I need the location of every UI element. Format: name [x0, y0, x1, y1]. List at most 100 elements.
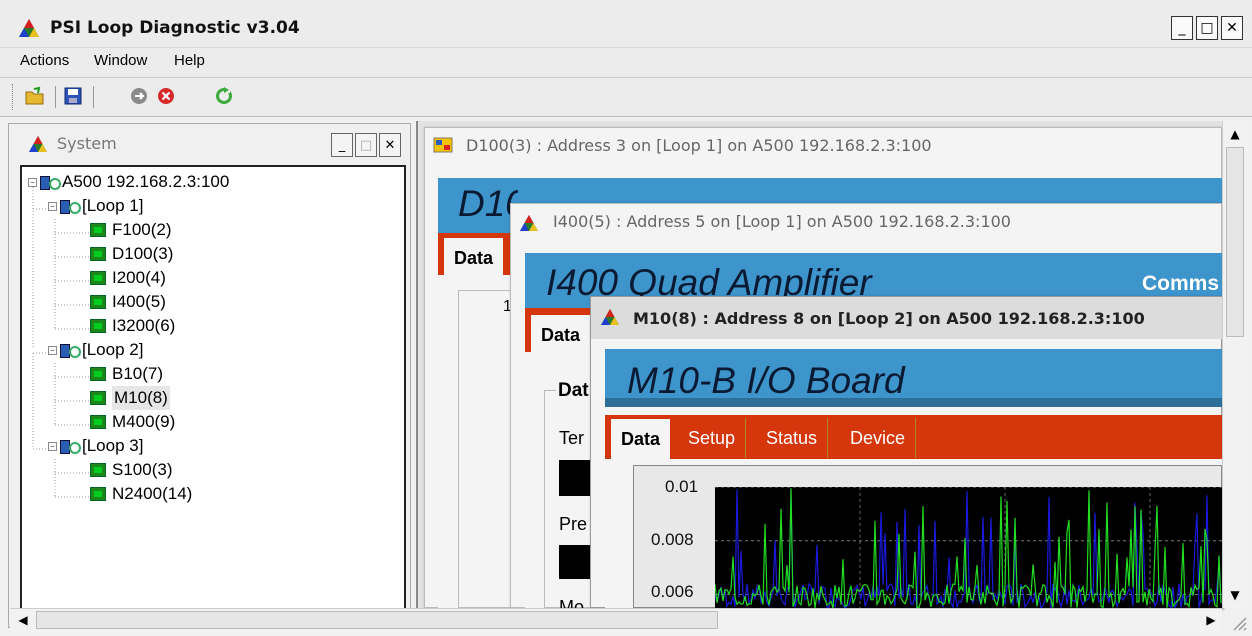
toolbar — [0, 79, 1252, 117]
horizontal-scroll-thumb[interactable] — [36, 611, 718, 629]
i400-label-1: Ter — [559, 428, 585, 448]
panel-maximize-button[interactable]: □ — [355, 133, 377, 157]
tree-node-label: [Loop 2] — [82, 340, 144, 359]
tree-collapse-toggle[interactable]: − — [28, 177, 37, 187]
save-icon[interactable] — [63, 86, 83, 106]
loop-icon — [60, 342, 81, 358]
i400-window-icon — [520, 215, 538, 231]
y-tick-0.006: 0.006 — [651, 582, 694, 601]
tree-collapse-toggle[interactable]: − — [48, 345, 57, 355]
tree-node-label: N2400(14) — [112, 484, 193, 503]
menu-actions[interactable]: Actions — [20, 52, 69, 69]
tree-node-device[interactable]: B10(7) — [28, 362, 398, 386]
y-tick-0.008: 0.008 — [651, 530, 694, 549]
m10-tab-setup[interactable]: Setup — [678, 418, 747, 458]
resize-grip-icon[interactable] — [1228, 612, 1248, 632]
device-icon — [90, 319, 106, 333]
tree-node-device[interactable]: I400(5) — [28, 290, 398, 314]
m10-window-title[interactable]: M10(8) : Address 8 on [Loop 2] on A500 1… — [633, 309, 1145, 328]
device-icon — [90, 223, 106, 237]
i400-label-3: Mo — [559, 597, 585, 608]
system-panel-title: System — [57, 134, 117, 153]
tree-node-label: M400(9) — [112, 412, 176, 431]
panel-close-button[interactable]: ✕ — [379, 133, 401, 157]
scroll-down-button[interactable]: ▼ — [1223, 584, 1247, 606]
app-title: PSI Loop Diagnostic v3.04 — [50, 18, 300, 38]
tree-node-controller[interactable]: − A500 192.168.2.3:100 — [28, 170, 398, 194]
tree-node-label: B10(7) — [112, 364, 164, 383]
toolbar-grip — [12, 84, 14, 110]
vertical-scroll-thumb[interactable] — [1226, 147, 1244, 337]
panel-minimize-button[interactable]: _ — [331, 133, 353, 157]
device-icon — [90, 271, 106, 285]
tree-node-device[interactable]: F100(2) — [28, 218, 398, 242]
tree-node-label: I400(5) — [112, 292, 166, 311]
app-logo-icon — [19, 19, 39, 37]
device-icon — [90, 367, 106, 381]
tree-node-label: [Loop 3] — [82, 436, 144, 455]
device-icon — [90, 391, 106, 405]
d100-groupbox — [458, 290, 518, 608]
menu-window[interactable]: Window — [94, 52, 147, 69]
device-icon — [90, 487, 106, 501]
tree-node-label: [Loop 1] — [82, 196, 144, 215]
m10-tab-status[interactable]: Status — [756, 418, 829, 458]
tree-node-loop[interactable]: − [Loop 2] — [28, 338, 398, 362]
device-icon — [90, 415, 106, 429]
tree-node-device[interactable]: N2400(14) — [28, 482, 398, 506]
m10-tab-data[interactable]: Data — [611, 419, 671, 459]
m10-plot-area[interactable] — [715, 487, 1222, 608]
maximize-button[interactable]: □ — [1196, 16, 1218, 40]
scroll-right-button[interactable]: ▶ — [1200, 609, 1222, 631]
menu-help[interactable]: Help — [174, 52, 205, 69]
i400-label-2: Pre — [559, 514, 588, 534]
open-folder-icon[interactable] — [24, 86, 46, 106]
tree-node-loop[interactable]: − [Loop 3] — [28, 434, 398, 458]
tree-node-device[interactable]: D100(3) — [28, 242, 398, 266]
m10-banner-title: M10-B I/O Board — [627, 360, 905, 401]
tree-node-label: I200(4) — [112, 268, 166, 287]
close-button[interactable]: ✕ — [1221, 16, 1243, 40]
i400-comms-label: Comms — [1142, 272, 1220, 295]
scroll-left-button[interactable]: ◀ — [12, 609, 34, 631]
m10-window-icon — [601, 309, 619, 325]
d100-banner-title: D100 Relay B — [458, 183, 518, 224]
system-tree[interactable]: − A500 192.168.2.3:100− [Loop 1] F100(2) D10… — [20, 165, 406, 620]
tree-node-label: F100(2) — [112, 220, 172, 239]
tree-node-label: S100(3) — [112, 460, 173, 479]
tree-node-device[interactable]: S100(3) — [28, 458, 398, 482]
y-tick-0.01: 0.01 — [665, 477, 699, 496]
i400-tab-data[interactable]: Data — [531, 315, 591, 352]
m10-banner-strip — [605, 398, 1222, 407]
device-icon — [90, 295, 106, 309]
toolbar-separator — [55, 86, 56, 108]
tree-node-label: D100(3) — [112, 244, 174, 263]
tree-node-loop[interactable]: − [Loop 1] — [28, 194, 398, 218]
device-icon — [90, 463, 106, 477]
tree-node-device[interactable]: I3200(6) — [28, 314, 398, 338]
d100-tab-data[interactable]: Data — [444, 238, 504, 275]
d100-window-icon — [433, 137, 453, 153]
i400-window-title[interactable]: I400(5) : Address 5 on [Loop 1] on A500 … — [553, 212, 1011, 231]
tree-node-device[interactable]: M10(8) — [28, 386, 398, 410]
tree-node-device[interactable]: I200(4) — [28, 266, 398, 290]
minimize-button[interactable]: _ — [1171, 16, 1193, 40]
toolbar-separator — [93, 86, 94, 108]
device-icon — [90, 247, 106, 261]
scroll-up-button[interactable]: ▲ — [1223, 123, 1247, 145]
connect-icon[interactable] — [129, 86, 149, 106]
m10-tab-device[interactable]: Device — [840, 418, 917, 458]
refresh-icon[interactable] — [214, 86, 234, 106]
tree-node-label: I3200(6) — [112, 316, 176, 335]
controller-icon — [40, 174, 61, 190]
i400-section-title: Dat — [556, 380, 591, 402]
tree-collapse-toggle[interactable]: − — [48, 201, 57, 211]
tree-node-label: A500 192.168.2.3:100 — [62, 172, 230, 191]
loop-icon — [60, 198, 81, 214]
tree-node-label: M10(8) — [112, 386, 170, 410]
loop-icon — [60, 438, 81, 454]
d100-window-title[interactable]: D100(3) : Address 3 on [Loop 1] on A500 … — [466, 136, 932, 155]
tree-collapse-toggle[interactable]: − — [48, 441, 57, 451]
tree-node-device[interactable]: M400(9) — [28, 410, 398, 434]
stop-icon[interactable] — [156, 86, 176, 106]
